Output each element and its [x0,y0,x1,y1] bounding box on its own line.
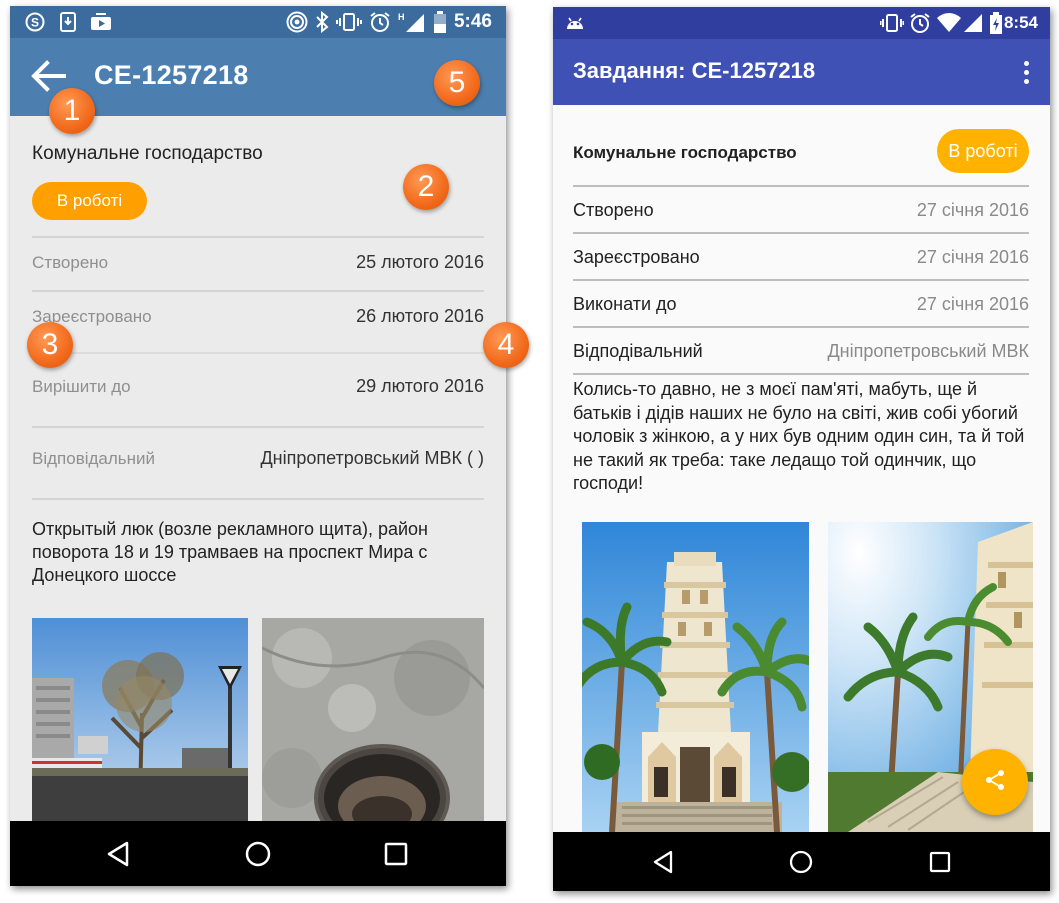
department-name: Комунальне господарство [573,143,797,162]
status-bar: 8:54 [553,7,1050,39]
detail-label: Виконати до [573,294,677,314]
back-arrow-icon[interactable] [28,58,68,94]
detail-value: Дніпропетровський МВК [827,341,1029,361]
detail-row-created: Створено 25 лютого 2016 [32,238,484,290]
divider [32,426,484,428]
detail-value: 27 січня 2016 [916,247,1029,267]
detail-value: 29 лютого 2016 [356,376,484,396]
detail-label: Відповідальний [32,449,156,468]
page-title: Завдання: CE-1257218 [573,58,816,83]
detail-value: 27 січня 2016 [916,294,1029,314]
detail-row-created: Створено 27 січня 2016 [573,187,1029,233]
detail-label: Відподівальний [573,341,703,361]
share-icon [982,767,1008,798]
divider [32,498,484,500]
detail-label: Зареєстровано [573,247,700,267]
status-badge[interactable]: В роботі [32,182,147,220]
signal-icon [963,13,983,38]
svg-text:S: S [31,16,39,30]
callout-badge-5: 5 [434,60,480,106]
alarm-icon [909,12,931,39]
detail-label: Створено [573,200,654,220]
detail-value: 25 лютого 2016 [356,252,484,272]
detail-row-registered: Зареєстровано 27 січня 2016 [573,234,1029,280]
right-phone-screen: 8:54 Завдання: CE-1257218 Комунальне гос… [553,7,1050,891]
bluetooth-icon [314,11,330,33]
status-time: 5:46 [453,11,492,32]
battery-icon [432,11,448,33]
detail-row-registered: Зареєстровано 26 лютого 2016 [32,292,484,344]
divider [32,352,484,354]
status-time: 8:54 [1003,13,1038,32]
recents-nav-icon[interactable] [910,832,970,891]
detail-label: Створено [32,253,109,272]
callout-badge-2: 2 [403,164,449,210]
vibrate-icon [336,11,362,33]
task-description: Колись-то давно, не з моєї пам'яті, мабу… [573,379,1025,493]
detail-row-deadline: Вирішити до 29 лютого 2016 [32,362,484,414]
photo-manhole[interactable] [262,618,484,821]
department-name: Комунальне господарство [32,143,263,164]
page-title: CE-1257218 [94,60,249,90]
detail-value: Дніпропетровський МВК ( ) [260,448,484,468]
back-nav-icon[interactable] [633,832,693,891]
android-icon [565,13,585,36]
detail-value: 26 лютого 2016 [356,306,484,326]
skype-icon: S [24,11,46,33]
navigation-bar [10,821,506,886]
signal-icon: H [398,11,426,33]
detail-value: 27 січня 2016 [916,200,1029,220]
task-details: Комунальне господарство В роботі Створен… [10,116,506,821]
status-badge[interactable]: В роботі [937,129,1029,173]
left-phone-screen: S H 5:46 CE-1257218 Комунальне господарс… [10,6,506,886]
callout-badge-4: 4 [483,322,529,368]
svg-text:H: H [398,12,405,22]
app-bar: Завдання: CE-1257218 [553,39,1050,105]
media-icon [90,11,112,33]
back-nav-icon[interactable] [88,821,148,886]
recents-nav-icon[interactable] [366,821,426,886]
alarm-icon [368,11,392,33]
photo-street[interactable] [32,618,248,821]
navigation-bar [553,832,1050,891]
task-description: Открытый люк (возле рекламного щита), ра… [32,519,428,585]
status-bar: S H 5:46 [10,6,506,38]
callout-badge-1: 1 [49,88,95,134]
overflow-menu-icon[interactable] [1014,57,1038,87]
vibrate-icon [879,13,905,38]
callout-badge-3: 3 [27,322,73,368]
detail-row-deadline: Виконати до 27 січня 2016 [573,281,1029,327]
detail-row-responsible: Відподівальний Дніпропетровський МВК [573,328,1029,374]
detail-row-responsible: Відповідальний Дніпропетровський МВК ( ) [32,434,484,486]
download-icon [58,11,78,33]
home-nav-icon[interactable] [228,821,288,886]
photo-temple-tower[interactable] [582,522,809,832]
home-nav-icon[interactable] [771,832,831,891]
battery-charging-icon [989,12,1003,39]
wifi-icon [937,13,961,38]
hotspot-icon [286,11,308,33]
task-details: Комунальне господарство В роботі Створен… [553,105,1050,832]
detail-label: Вирішити до [32,377,131,396]
divider [573,373,1029,375]
share-button[interactable] [962,749,1028,815]
